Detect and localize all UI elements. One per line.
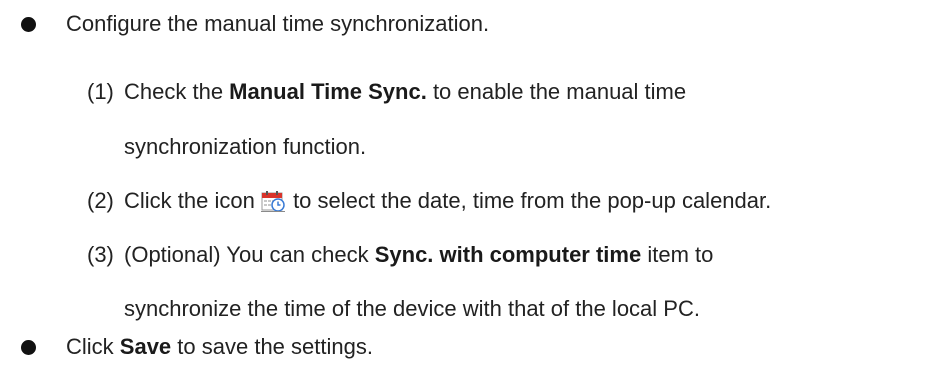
bullet-text-save: Click Save to save the settings. bbox=[66, 334, 373, 359]
save-label: Save bbox=[119, 334, 172, 359]
bullet-dot bbox=[21, 17, 36, 32]
manual-time-sync-label: Manual Time Sync. bbox=[229, 79, 427, 104]
step-number: (3) bbox=[87, 242, 114, 267]
step-1-continuation: synchronization function. bbox=[124, 134, 367, 159]
bullet-text-configure: Configure the manual time synchronizatio… bbox=[66, 11, 490, 36]
step-3-continuation: synchronize the time of the device with … bbox=[124, 296, 700, 321]
sync-with-computer-time-label: Sync. with computer time bbox=[374, 242, 642, 267]
calendar-clock-icon bbox=[260, 190, 285, 212]
step-3-text: (Optional) You can check Sync. with comp… bbox=[124, 242, 714, 267]
step-number: (2) bbox=[87, 188, 114, 213]
step-number: (1) bbox=[87, 79, 114, 104]
step-1-text: Check the Manual Time Sync. to enable th… bbox=[124, 79, 687, 104]
bullet-dot bbox=[21, 340, 36, 355]
step-2-text: Click the icon to select the date, time … bbox=[124, 188, 772, 213]
